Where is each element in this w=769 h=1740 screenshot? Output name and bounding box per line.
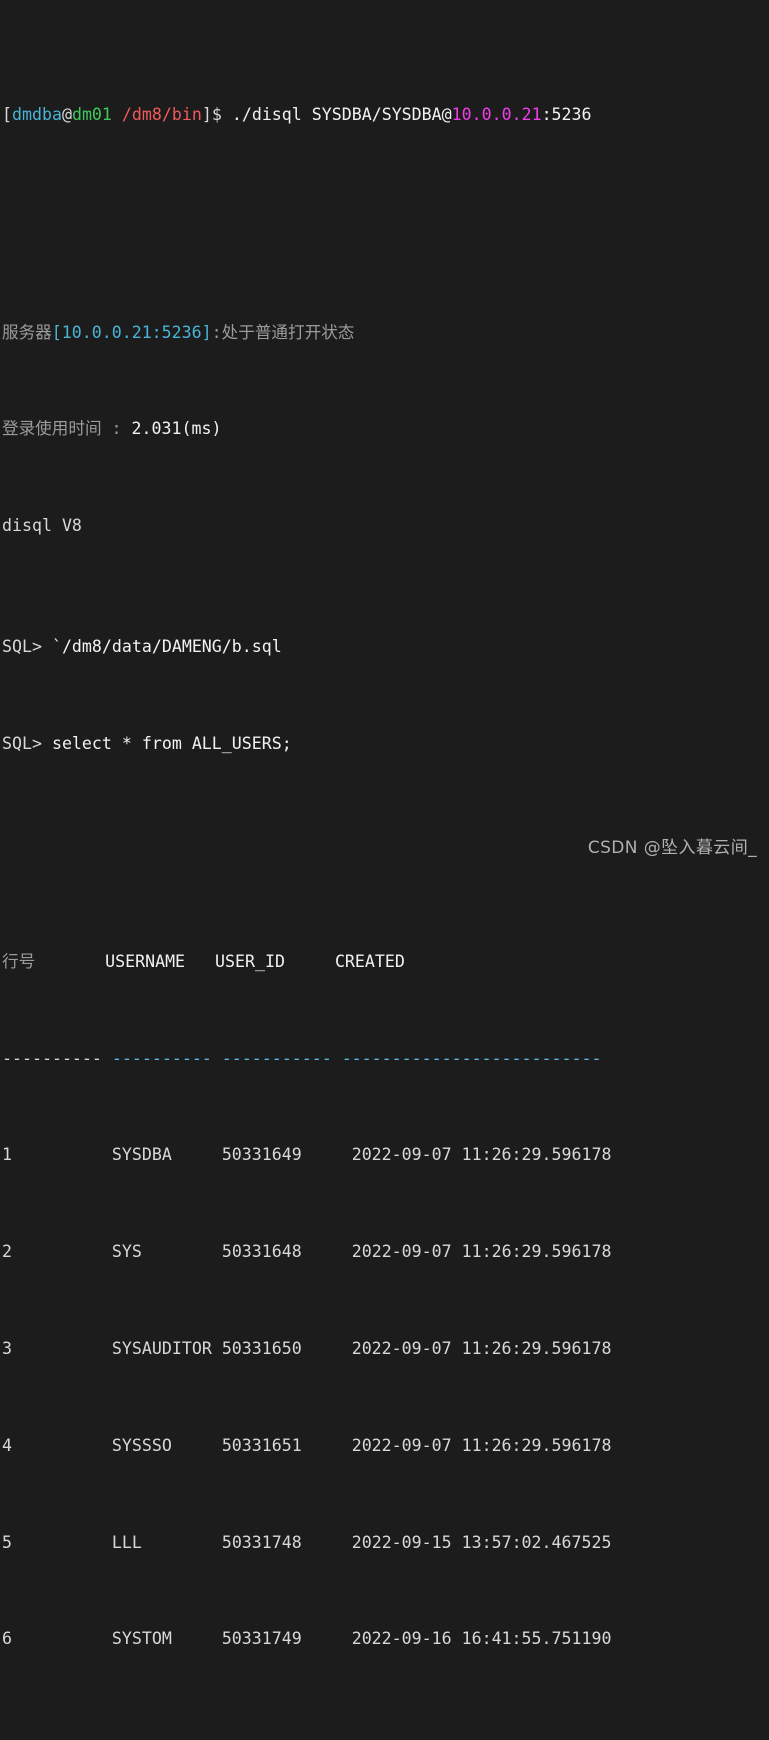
header-created-1: CREATED [334, 951, 405, 971]
table-row: 5 LLL 50331748 2022-09-15 13:57:02.46752… [2, 1531, 769, 1555]
disql-version-line: disql V8 [2, 514, 769, 538]
header-username-1: USERNAME [105, 951, 186, 971]
disql-command: ./disql SYSDBA/SYSDBA@ [221, 104, 452, 124]
cell-created: 2022-09-16 16:41:55.751190 [351, 1629, 612, 1649]
cell-username: SYSTOM [111, 1629, 172, 1649]
cell-username: LLL [111, 1532, 142, 1552]
prompt-path: /dm8/bin [121, 104, 202, 124]
cell-username: SYS [111, 1242, 142, 1262]
table-row: 6 SYSTOM 50331749 2022-09-16 16:41:55.75… [2, 1627, 769, 1651]
table-row: 1 SYSDBA 50331649 2022-09-07 11:26:29.59… [2, 1143, 769, 1167]
command-line-2: SQL> select * from ALL_USERS; [2, 732, 769, 756]
cell-userid: 50331651 [221, 1435, 302, 1455]
server-status-line: 服务器[10.0.0.21:5236]:处于普通打开状态 [2, 321, 769, 345]
login-time-line: 登录使用时间 : 2.031(ms) [2, 417, 769, 441]
prompt-open-bracket: [ [2, 104, 12, 124]
cell-userid: 50331748 [221, 1532, 302, 1552]
cell-rownum: 2 [2, 1242, 12, 1262]
server-label: 服务器 [2, 322, 52, 342]
table-row: 3 SYSAUDITOR 50331650 2022-09-07 11:26:2… [2, 1337, 769, 1361]
header-userid-1: USER_ID [215, 951, 285, 971]
cell-userid: 50331648 [221, 1242, 302, 1262]
table-row: 4 SYSSSO 50331651 2022-09-07 11:26:29.59… [2, 1434, 769, 1458]
cell-userid: 50331650 [221, 1338, 302, 1358]
table-separator-1: ---------- ---------- ----------- ------… [2, 1047, 769, 1071]
cell-created: 2022-09-07 11:26:29.596178 [351, 1338, 612, 1358]
cell-rownum: 3 [2, 1338, 12, 1358]
select-users-command-1: select * from ALL_USERS; [51, 734, 292, 753]
prompt-dollar: $ [211, 104, 222, 124]
cell-rownum: 5 [2, 1532, 12, 1552]
prompt-host: dm01 [71, 104, 112, 124]
cell-username: SYSAUDITOR [111, 1338, 212, 1358]
run-script-command-1: `/dm8/data/DAMENG/b.sql [51, 637, 282, 657]
server-state: :处于普通打开状态 [211, 322, 355, 342]
separator-col-created-1: -------------------------- [331, 1048, 602, 1068]
connection-ip: 10.0.0.21 [451, 104, 542, 124]
cell-username: SYSDBA [111, 1145, 172, 1165]
connection-port: :5236 [541, 104, 592, 124]
header-rownum-1: 行号 [2, 951, 36, 971]
cell-rownum: 6 [2, 1629, 12, 1649]
cell-userid: 50331749 [221, 1629, 302, 1649]
cell-created: 2022-09-07 11:26:29.596178 [351, 1145, 612, 1165]
cell-userid: 50331649 [221, 1145, 302, 1165]
terminal-window[interactable]: [dmdba@dm01 /dm8/bin]$ ./disql SYSDBA/SY… [0, 0, 769, 1648]
table-header-1: 行号 USERNAME USER_ID CREATED [2, 950, 769, 974]
separator-col-rownum-1: ---------- [2, 1048, 102, 1068]
prompt-at: @ [61, 104, 72, 124]
terminal-screen[interactable]: [dmdba@dm01 /dm8/bin]$ ./disql SYSDBA/SY… [2, 6, 769, 1740]
cell-created: 2022-09-15 13:57:02.467525 [351, 1532, 612, 1552]
separator-col-username-1: ---------- [101, 1048, 212, 1068]
login-time-value: 2.031(ms) [131, 419, 222, 439]
shell-prompt-line: [dmdba@dm01 /dm8/bin]$ ./disql SYSDBA/SY… [2, 103, 769, 127]
csdn-watermark: CSDN @坠入暮云间_ [587, 838, 757, 858]
prompt-close-bracket: ] [201, 104, 212, 124]
cell-rownum: 4 [2, 1435, 12, 1455]
table-row: 2 SYS 50331648 2022-09-07 11:26:29.59617… [2, 1240, 769, 1264]
cell-created: 2022-09-07 11:26:29.596178 [351, 1435, 612, 1455]
server-address: [10.0.0.21:5236] [51, 322, 212, 342]
disql-version: disql V8 [2, 516, 82, 536]
prompt-user: dmdba [12, 104, 62, 124]
cell-created: 2022-09-07 11:26:29.596178 [351, 1242, 612, 1262]
cell-username: SYSSSO [111, 1435, 172, 1455]
sql-prompt-2: SQL> [2, 734, 52, 753]
separator-col-userid-1: ----------- [211, 1048, 332, 1068]
command-line-1: SQL> `/dm8/data/DAMENG/b.sql [2, 635, 769, 659]
login-time-label: 登录使用时间 : [2, 419, 132, 439]
cell-rownum: 1 [2, 1145, 12, 1165]
sql-prompt-1: SQL> [2, 637, 52, 657]
